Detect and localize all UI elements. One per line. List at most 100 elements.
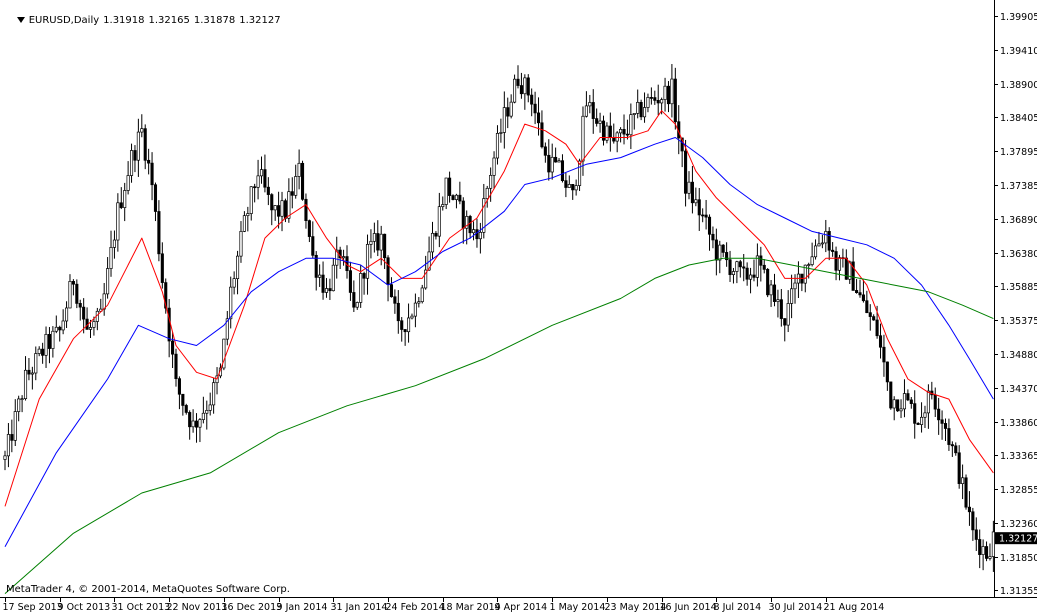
candle-body xyxy=(588,102,592,107)
candle-body xyxy=(947,428,951,445)
candle-body xyxy=(865,300,869,314)
candle-body xyxy=(824,231,828,244)
candle-body xyxy=(564,180,568,188)
candle-body xyxy=(150,162,154,186)
close-value: 1.32127 xyxy=(239,15,281,26)
candle-body xyxy=(352,292,356,308)
candle-body xyxy=(485,187,489,199)
candle-body xyxy=(82,306,86,320)
price-tick-label: 1.36890 xyxy=(1000,215,1037,226)
candle-body xyxy=(88,327,93,330)
candle-body xyxy=(328,288,332,292)
candle-body xyxy=(772,284,777,302)
candle-body xyxy=(297,162,301,177)
candle-body xyxy=(673,78,677,123)
candle-body xyxy=(372,233,376,242)
candle-body xyxy=(728,259,732,275)
candle-body xyxy=(61,320,65,331)
candle-body xyxy=(359,273,363,303)
candle-body xyxy=(759,255,763,266)
candle-body xyxy=(253,186,257,189)
candle-body xyxy=(369,240,373,245)
candle-body xyxy=(348,270,352,293)
candle-body xyxy=(666,85,671,105)
candle-body xyxy=(386,257,390,285)
candle-body xyxy=(632,113,636,115)
candle-body xyxy=(964,477,968,508)
price-tick-label: 1.39905 xyxy=(1000,12,1037,23)
current-price-label: 1.32127 xyxy=(999,534,1037,545)
candle-body xyxy=(837,257,842,271)
candle-body xyxy=(208,404,212,411)
candle-body xyxy=(762,264,766,270)
candle-body xyxy=(855,290,859,293)
candle-body xyxy=(191,420,195,428)
open-value: 1.31918 xyxy=(103,15,145,26)
candle-body xyxy=(872,316,876,321)
candle-body xyxy=(735,261,739,272)
candle-body xyxy=(147,159,151,164)
candle-body xyxy=(656,100,660,104)
candle-body xyxy=(738,261,742,268)
low-value: 1.31878 xyxy=(193,15,236,26)
price-tick-label: 1.35885 xyxy=(1000,282,1037,293)
candle-body xyxy=(742,266,746,269)
candle-body xyxy=(506,107,510,117)
price-tick-label: 1.37385 xyxy=(1000,181,1037,192)
candle-body xyxy=(707,216,712,235)
dropdown-triangle-icon[interactable] xyxy=(16,17,25,23)
candle-body xyxy=(622,129,626,135)
candle-body xyxy=(119,202,123,208)
candle-body xyxy=(133,150,137,161)
candle-body xyxy=(543,146,547,156)
candle-body xyxy=(157,211,161,255)
candle-body xyxy=(78,303,82,308)
candle-body xyxy=(37,348,41,354)
price-tick-label: 1.39410 xyxy=(1000,46,1037,57)
candle-body xyxy=(403,329,407,333)
price-tick-label: 1.36380 xyxy=(1000,249,1037,260)
candle-body xyxy=(533,103,537,114)
candle-body xyxy=(619,129,623,134)
candle-body xyxy=(550,156,554,173)
chart-plot[interactable]: 1.39905 1.39410 1.38900 1.38405 1.37895 1.373… xyxy=(0,0,1037,615)
candle-body xyxy=(10,434,14,441)
candle-body xyxy=(885,361,889,383)
price-tick-label: 1.31355 xyxy=(1000,586,1037,597)
candle-body xyxy=(92,321,96,328)
candle-body xyxy=(718,244,722,261)
time-tick-label: 23 May 2014 xyxy=(605,602,667,613)
candle-body xyxy=(174,353,178,380)
candle-body xyxy=(988,556,992,559)
candle-body xyxy=(236,255,240,279)
candle-body xyxy=(991,531,995,557)
candle-body xyxy=(584,105,588,117)
candle-body xyxy=(270,194,274,211)
candle-body xyxy=(109,247,113,269)
candle-body xyxy=(266,186,270,195)
candle-body xyxy=(256,175,260,188)
candle-body xyxy=(434,232,438,237)
candle-body xyxy=(283,200,287,219)
candle-body xyxy=(711,233,715,241)
candle-body xyxy=(331,264,335,292)
candle-body xyxy=(902,393,907,410)
chart-window[interactable]: 1.39905 1.39410 1.38900 1.38405 1.37895 1.373… xyxy=(0,0,1037,615)
candle-body xyxy=(143,128,147,161)
candle-body xyxy=(560,160,565,182)
candle-body xyxy=(454,194,458,200)
candle-body xyxy=(557,160,561,163)
price-tick-label: 1.38405 xyxy=(1000,113,1037,124)
candle-body xyxy=(23,369,28,400)
candle-body xyxy=(51,330,55,349)
candle-body xyxy=(318,274,322,278)
candle-body xyxy=(232,278,236,288)
price-tick-label: 1.37895 xyxy=(1000,147,1037,158)
candle-body xyxy=(27,369,31,375)
candle-body xyxy=(475,229,479,240)
candle-body xyxy=(205,410,209,414)
candle-body xyxy=(752,274,756,278)
candle-body xyxy=(769,284,773,296)
candle-body xyxy=(259,169,264,177)
candle-body xyxy=(920,416,924,425)
